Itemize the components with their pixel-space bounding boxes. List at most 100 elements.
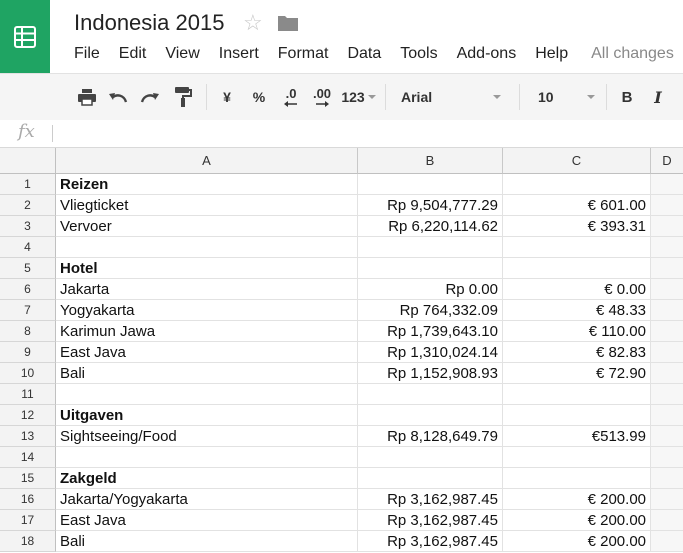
cell-d[interactable] (651, 531, 683, 552)
row-number[interactable]: 7 (0, 300, 56, 321)
cell-c[interactable] (503, 174, 651, 195)
cell-d[interactable] (651, 237, 683, 258)
cell-b[interactable] (358, 384, 503, 405)
cell-b[interactable]: Rp 1,310,024.14 (358, 342, 503, 363)
row-number[interactable]: 8 (0, 321, 56, 342)
cell-c[interactable]: € 72.90 (503, 363, 651, 384)
cell-a[interactable] (56, 384, 358, 405)
cell-a[interactable]: Jakarta/Yogyakarta (56, 489, 358, 510)
font-family-caret-icon[interactable] (493, 95, 501, 99)
cell-d[interactable] (651, 489, 683, 510)
row-number[interactable]: 4 (0, 237, 56, 258)
cell-b[interactable]: Rp 1,739,643.10 (358, 321, 503, 342)
row-number[interactable]: 6 (0, 279, 56, 300)
row-number[interactable]: 15 (0, 468, 56, 489)
cell-d[interactable] (651, 258, 683, 279)
cell-a[interactable]: Vervoer (56, 216, 358, 237)
cell-a[interactable] (56, 447, 358, 468)
cell-c[interactable]: € 393.31 (503, 216, 651, 237)
menu-file[interactable]: File (74, 44, 100, 64)
font-family-select[interactable]: Arial (401, 74, 501, 120)
cell-d[interactable] (651, 300, 683, 321)
row-number[interactable]: 16 (0, 489, 56, 510)
cell-a[interactable]: Karimun Jawa (56, 321, 358, 342)
column-header-b[interactable]: B (358, 148, 503, 174)
row-number[interactable]: 13 (0, 426, 56, 447)
cell-c[interactable] (503, 468, 651, 489)
cell-b[interactable]: Rp 8,128,649.79 (358, 426, 503, 447)
cell-d[interactable] (651, 321, 683, 342)
menu-help[interactable]: Help (535, 44, 568, 64)
cell-c[interactable]: € 110.00 (503, 321, 651, 342)
row-number[interactable]: 5 (0, 258, 56, 279)
redo-icon[interactable] (138, 74, 162, 120)
cell-c[interactable]: € 200.00 (503, 510, 651, 531)
row-number[interactable]: 14 (0, 447, 56, 468)
column-header-a[interactable]: A (56, 148, 358, 174)
more-formats-button[interactable]: 123 (339, 74, 367, 120)
cell-b[interactable]: Rp 3,162,987.45 (358, 510, 503, 531)
cell-b[interactable]: Rp 0.00 (358, 279, 503, 300)
cell-c[interactable]: € 82.83 (503, 342, 651, 363)
menu-tools[interactable]: Tools (400, 44, 437, 64)
print-icon[interactable] (74, 74, 100, 120)
cell-a[interactable]: Reizen (56, 174, 358, 195)
row-number[interactable]: 3 (0, 216, 56, 237)
cell-d[interactable] (651, 510, 683, 531)
menu-data[interactable]: Data (347, 44, 381, 64)
select-all-corner[interactable] (0, 148, 56, 174)
cell-b[interactable] (358, 405, 503, 426)
row-number[interactable]: 9 (0, 342, 56, 363)
folder-icon[interactable] (277, 14, 299, 37)
cell-b[interactable]: Rp 6,220,114.62 (358, 216, 503, 237)
star-icon[interactable]: ☆ (243, 10, 263, 36)
row-number[interactable]: 17 (0, 510, 56, 531)
cell-d[interactable] (651, 279, 683, 300)
percent-format-button[interactable]: % (248, 74, 270, 120)
undo-icon[interactable] (106, 74, 130, 120)
cell-c[interactable] (503, 405, 651, 426)
bold-button[interactable]: B (617, 74, 637, 120)
cell-d[interactable] (651, 363, 683, 384)
cell-d[interactable] (651, 447, 683, 468)
sheets-logo[interactable] (0, 0, 50, 73)
menu-insert[interactable]: Insert (219, 44, 259, 64)
cell-c[interactable] (503, 447, 651, 468)
cell-d[interactable] (651, 174, 683, 195)
cell-c[interactable]: € 601.00 (503, 195, 651, 216)
font-size-caret-icon[interactable] (587, 95, 595, 99)
cell-a[interactable]: Sightseeing/Food (56, 426, 358, 447)
decrease-decimals-button[interactable]: .0 (280, 74, 302, 120)
cell-a[interactable]: Vliegticket (56, 195, 358, 216)
increase-decimals-button[interactable]: .00 (309, 74, 335, 120)
currency-format-button[interactable]: ¥ (216, 74, 238, 120)
cell-a[interactable]: East Java (56, 342, 358, 363)
cell-d[interactable] (651, 405, 683, 426)
document-title[interactable]: Indonesia 2015 (74, 10, 224, 36)
row-number[interactable]: 10 (0, 363, 56, 384)
cell-a[interactable]: Jakarta (56, 279, 358, 300)
row-number[interactable]: 11 (0, 384, 56, 405)
cell-a[interactable]: East Java (56, 510, 358, 531)
cell-b[interactable] (358, 237, 503, 258)
menu-addons[interactable]: Add-ons (457, 44, 517, 64)
menu-edit[interactable]: Edit (119, 44, 147, 64)
cell-b[interactable]: Rp 1,152,908.93 (358, 363, 503, 384)
cell-c[interactable]: € 200.00 (503, 489, 651, 510)
cell-c[interactable]: € 200.00 (503, 531, 651, 552)
cell-c[interactable]: € 0.00 (503, 279, 651, 300)
more-formats-caret-icon[interactable] (368, 95, 376, 99)
cell-b[interactable]: Rp 3,162,987.45 (358, 531, 503, 552)
row-number[interactable]: 1 (0, 174, 56, 195)
column-header-c[interactable]: C (503, 148, 651, 174)
cell-a[interactable]: Uitgaven (56, 405, 358, 426)
cell-d[interactable] (651, 216, 683, 237)
menu-format[interactable]: Format (278, 44, 329, 64)
row-number[interactable]: 12 (0, 405, 56, 426)
cell-d[interactable] (651, 426, 683, 447)
cell-a[interactable]: Bali (56, 531, 358, 552)
italic-button[interactable]: I (648, 74, 668, 120)
cell-a[interactable]: Zakgeld (56, 468, 358, 489)
cell-a[interactable]: Hotel (56, 258, 358, 279)
cell-b[interactable] (358, 174, 503, 195)
